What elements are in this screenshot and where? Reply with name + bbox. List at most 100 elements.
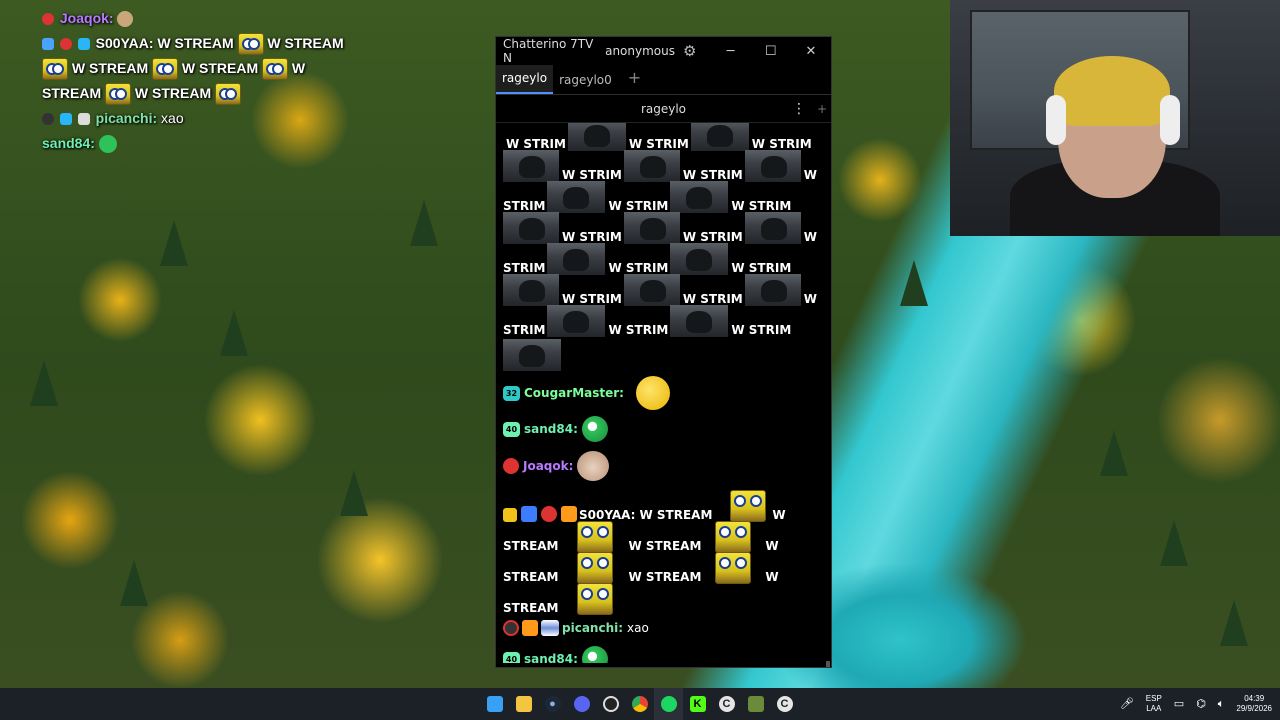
alien-emote-icon	[98, 135, 117, 154]
clock[interactable]: 04:39 29/9/2026	[1236, 694, 1272, 714]
username[interactable]: Joaqok:	[523, 459, 573, 473]
chat-message: 32 CougarMaster:	[503, 375, 819, 411]
close-icon[interactable]: ✕	[791, 44, 831, 59]
split-header[interactable]: rageylo ⋮ +	[496, 95, 831, 123]
spotify-logo-icon	[660, 696, 677, 712]
minimize-icon[interactable]: ─	[710, 44, 750, 59]
gorilla-emote-icon	[623, 150, 680, 182]
badge-icon	[561, 506, 577, 522]
message-text: STREAM	[503, 539, 559, 553]
window-titlebar[interactable]: Chatterino 7TV N anonymous ⚙ ─ ☐ ✕	[496, 37, 831, 65]
steam-icon[interactable]: ●	[538, 688, 567, 720]
file-explorer-icon[interactable]	[509, 688, 538, 720]
language-indicator[interactable]: ESP LAA	[1146, 694, 1162, 714]
add-split-icon[interactable]: +	[817, 102, 827, 116]
message-text: W	[803, 168, 817, 182]
message-text: W	[772, 508, 786, 522]
message-list[interactable]: W STRIM W STRIM W STRIM W STRIM W STRIM …	[503, 123, 819, 663]
microphone-icon[interactable]: 🎤︎	[1120, 699, 1134, 710]
spongebob-emote-icon	[576, 521, 613, 553]
message-text: W STRIM	[628, 137, 689, 151]
add-tab-button[interactable]: +	[618, 68, 651, 94]
obs-icon[interactable]	[596, 688, 625, 720]
tab-rageylo[interactable]: rageylo	[496, 65, 554, 94]
message-text: W STRIM	[731, 199, 792, 213]
split-menu-icon[interactable]: ⋮	[792, 101, 806, 117]
chatterino-alt-taskbar-icon[interactable]: C	[770, 688, 799, 720]
overlay-text: W STREAM	[267, 35, 344, 51]
chat-message-cont: STREAM W STREAM W	[503, 552, 819, 584]
windows-taskbar: ● K C C 🎤︎ ESP LAA ▭ ⌬ 🔈︎ 04:39 29/9/202…	[0, 688, 1280, 720]
badge-icon	[522, 620, 538, 636]
message-text: STREAM	[503, 601, 559, 615]
tab-rageylo0[interactable]: rageylo0	[553, 73, 618, 94]
gorilla-emote-icon	[690, 123, 749, 151]
chat-message: picanchi: xao	[503, 615, 819, 641]
message-text: W STRIM	[561, 230, 622, 244]
message-text: W STRIM	[751, 137, 812, 151]
chat-message: Joaqok:	[503, 447, 819, 485]
badge-icon	[503, 508, 517, 522]
scrollbar-thumb[interactable]	[826, 661, 830, 667]
message-line: W STRIM W STRIM W	[503, 212, 819, 244]
desktop-chat-overlay: Joaqok: S00YAA: W STREAM W STREAM W STRE…	[42, 6, 362, 156]
overlay-message: S00YAA: W STREAM W STREAM	[42, 31, 362, 56]
username[interactable]: sand84:	[524, 652, 578, 663]
chat-message: 40 sand84:	[503, 411, 819, 447]
settings-gear-icon[interactable]: ⚙	[683, 42, 696, 60]
username[interactable]: S00YAA:	[579, 508, 635, 522]
overlay-message-cont: STREAM W STREAM	[42, 81, 362, 106]
wallpaper-tree	[1220, 600, 1248, 646]
chat-message-cont: STREAM	[503, 583, 819, 615]
minecraft-icon[interactable]	[741, 688, 770, 720]
chatterino-taskbar-icon[interactable]: C	[712, 688, 741, 720]
badge-icon	[42, 38, 54, 51]
chatterino-logo-icon: C	[718, 696, 735, 712]
chrome-icon[interactable]	[625, 688, 654, 720]
overlay-text: xao	[161, 110, 184, 126]
windows-start-icon[interactable]	[480, 688, 509, 720]
kick-icon[interactable]: K	[683, 688, 712, 720]
spongebob-emote-icon	[715, 521, 752, 553]
message-text: W STREAM	[628, 539, 702, 553]
message-line: STRIM W STRIM W STRIM	[503, 243, 819, 275]
badge-icon	[42, 13, 54, 26]
channel-name: rageylo	[640, 101, 687, 116]
spongebob-emote-icon	[262, 58, 288, 81]
alien-emote-icon	[581, 416, 608, 442]
badge-icon	[42, 113, 54, 126]
maximize-icon[interactable]: ☐	[751, 44, 791, 59]
username[interactable]: picanchi:	[562, 621, 623, 635]
spongebob-emote-icon	[576, 552, 613, 584]
gorilla-emote-icon	[547, 181, 606, 213]
overlay-text: W STREAM	[71, 60, 149, 76]
spongebob-emote-icon	[715, 552, 752, 584]
gorilla-emote-icon	[547, 305, 606, 337]
sub-badge: 40	[503, 651, 520, 663]
system-tray: 🎤︎ ESP LAA ▭ ⌬ 🔈︎ 04:39 29/9/2026	[1108, 688, 1272, 720]
overlay-username: sand84:	[42, 135, 95, 151]
message-text: W STRIM	[608, 323, 669, 337]
badge-icon	[541, 506, 557, 522]
username[interactable]: sand84:	[524, 422, 578, 436]
display-icon[interactable]: ▭	[1174, 699, 1184, 710]
discord-icon[interactable]	[567, 688, 596, 720]
spotify-icon[interactable]	[654, 688, 683, 720]
spongebob-emote-icon	[237, 33, 264, 56]
message-line: W STRIM W STRIM W STRIM	[503, 123, 819, 151]
chat-message: 40 sand84:	[503, 641, 819, 663]
message-text: W STREAM	[628, 570, 702, 584]
message-text: W STREAM	[639, 508, 713, 522]
network-icon[interactable]: ⌬	[1196, 699, 1206, 710]
wallpaper-tree	[30, 360, 58, 406]
clock-time: 04:39	[1244, 694, 1265, 703]
gorilla-emote-icon	[623, 274, 680, 306]
overlay-text: W	[291, 60, 306, 76]
username[interactable]: CougarMaster:	[524, 386, 624, 400]
account-switcher[interactable]: anonymous	[605, 44, 675, 58]
chat-scrollbar[interactable]	[826, 123, 830, 667]
badge-icon	[59, 38, 72, 51]
gorilla-emote-icon	[623, 212, 680, 244]
flag-badge-icon	[541, 620, 559, 636]
volume-icon[interactable]: 🔈︎	[1218, 699, 1225, 710]
